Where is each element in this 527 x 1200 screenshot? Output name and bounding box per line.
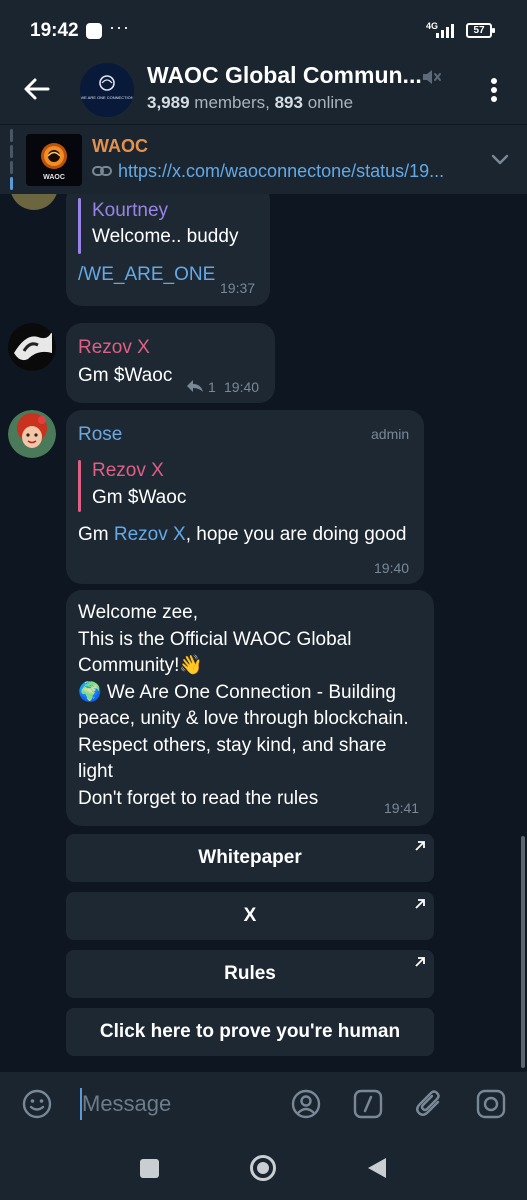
reply-quote-bar: [78, 460, 81, 512]
message-text: Gm Rezov X, hope you are doing good: [78, 522, 407, 549]
avatar[interactable]: [10, 194, 58, 210]
message-text: Gm $Waoc: [78, 365, 173, 386]
svg-text:WE ARE ONE CONNECTION: WE ARE ONE CONNECTION: [80, 95, 133, 100]
arrow-left-icon: [24, 78, 50, 100]
chevron-down-icon[interactable]: [490, 149, 510, 169]
scrollbar[interactable]: [521, 836, 525, 1068]
whitepaper-button[interactable]: Whitepaper: [66, 834, 434, 882]
message-line: Welcome zee,: [78, 602, 199, 623]
online-label: online: [307, 93, 354, 112]
rules-button[interactable]: Rules: [66, 950, 434, 998]
svg-text:WAOC: WAOC: [43, 174, 65, 181]
message-line: Don't forget to read the rules: [78, 787, 319, 809]
message-time: 19:41: [384, 800, 420, 816]
reply-sender[interactable]: Kourtney: [92, 200, 168, 222]
mute-icon: [420, 66, 442, 88]
reply-quote-bar: [78, 198, 81, 254]
message-time: 19:40: [224, 379, 260, 395]
admin-badge: admin: [371, 426, 410, 442]
camera-icon: [476, 1089, 506, 1119]
status-time: 19:42: [30, 20, 79, 41]
message-bubble[interactable]: Rose admin Rezov X Gm $Waoc Gm Rezov X, …: [66, 410, 424, 584]
attach-button[interactable]: [414, 1088, 446, 1120]
online-count: 893: [274, 93, 303, 112]
members-label: members,: [194, 93, 270, 112]
group-avatar[interactable]: WE ARE ONE CONNECTION: [80, 63, 134, 117]
reply-text: Welcome.. buddy: [92, 226, 239, 247]
waoc-logo-icon: WE ARE ONE CONNECTION: [80, 63, 134, 117]
message-bubble[interactable]: Rezov X Gm $Waoc 1 19:40: [66, 323, 275, 403]
x-button[interactable]: X: [66, 892, 434, 940]
recent-apps-icon[interactable]: [140, 1159, 159, 1178]
reply-icon[interactable]: [186, 379, 204, 393]
message-text-suffix: , hope you are doing good: [185, 524, 407, 545]
button-label: Whitepaper: [198, 847, 302, 868]
pinned-title: WAOC: [92, 136, 148, 156]
external-arrow-icon: [415, 957, 425, 967]
reply-text: Gm $Waoc: [92, 487, 187, 508]
back-button[interactable]: [20, 72, 54, 106]
signal-icon: [436, 24, 454, 38]
emoji-button[interactable]: [21, 1088, 53, 1120]
mention-button[interactable]: [290, 1088, 322, 1120]
message-bubble[interactable]: Welcome zee, This is the Official WAOC G…: [66, 590, 434, 826]
more-options-button[interactable]: [482, 74, 506, 106]
more-notifications-icon: ···: [109, 17, 130, 37]
message-list[interactable]: Kourtney Welcome.. buddy /WE_ARE_ONE 19:…: [0, 194, 527, 1072]
prove-human-button[interactable]: Click here to prove you're human: [66, 1008, 434, 1056]
avatar[interactable]: [8, 323, 56, 371]
message-line: This is the Official WAOC Global: [78, 628, 352, 650]
message-line: light: [78, 761, 113, 782]
message-line: 🌍 We Are One Connection - Building: [78, 681, 396, 703]
external-arrow-icon: [415, 841, 425, 851]
message-sender[interactable]: Rose: [78, 424, 122, 446]
emoji-icon: [22, 1089, 52, 1119]
commands-button[interactable]: [352, 1088, 384, 1120]
mention-icon: [291, 1089, 321, 1119]
message-line: Respect others, stay kind, and share: [78, 734, 387, 756]
button-label: Click here to prove you're human: [99, 1021, 401, 1042]
message-text-prefix: Gm: [78, 524, 114, 545]
message-line: Community!👋: [78, 655, 204, 676]
commands-icon: [353, 1089, 383, 1119]
reply-sender[interactable]: Rezov X: [92, 460, 164, 482]
chat-header: WE ARE ONE CONNECTION WAOC Global Commun…: [0, 56, 527, 124]
message-input[interactable]: [82, 1089, 272, 1119]
avatar[interactable]: [8, 410, 56, 458]
paperclip-icon: [416, 1090, 440, 1116]
more-vertical-icon: [491, 78, 497, 102]
command-link[interactable]: /WE_ARE_ONE: [78, 262, 215, 289]
notification-icon: [86, 23, 102, 39]
pinned-link[interactable]: https://x.com/waoconnectone/status/19...: [118, 161, 480, 182]
message-time: 19:37: [220, 280, 256, 296]
battery-icon: 57: [466, 23, 495, 38]
message-bubble[interactable]: Kourtney Welcome.. buddy /WE_ARE_ONE 19:…: [66, 194, 270, 306]
pinned-message-bar[interactable]: WAOC WAOC https://x.com/waoconnectone/st…: [0, 124, 527, 194]
message-input-bar: [0, 1072, 527, 1136]
group-title[interactable]: WAOC Global Commun...: [147, 62, 422, 89]
external-arrow-icon: [415, 899, 425, 909]
button-label: X: [243, 905, 257, 926]
status-bar: 19:42 ··· 4G 57: [0, 0, 527, 56]
home-icon[interactable]: [250, 1155, 276, 1181]
members-count: 3,989: [147, 93, 190, 112]
user-mention[interactable]: Rezov X: [114, 524, 186, 545]
camera-button[interactable]: [475, 1088, 507, 1120]
system-nav-bar: [0, 1136, 527, 1200]
reply-count[interactable]: 1: [208, 379, 216, 395]
nav-back-icon[interactable]: [368, 1158, 386, 1178]
message-line: peace, unity & love through blockchain.: [78, 708, 409, 729]
message-text: Welcome zee, This is the Official WAOC G…: [78, 600, 409, 812]
button-label: Rules: [224, 963, 276, 984]
link-icon: [92, 163, 112, 179]
message-sender[interactable]: Rezov X: [78, 337, 150, 359]
group-members-status: 3,989 members, 893 online: [147, 93, 353, 113]
message-time: 19:40: [374, 560, 410, 576]
pinned-thumbnail: WAOC: [26, 134, 82, 186]
pinned-indicator: [10, 129, 14, 191]
